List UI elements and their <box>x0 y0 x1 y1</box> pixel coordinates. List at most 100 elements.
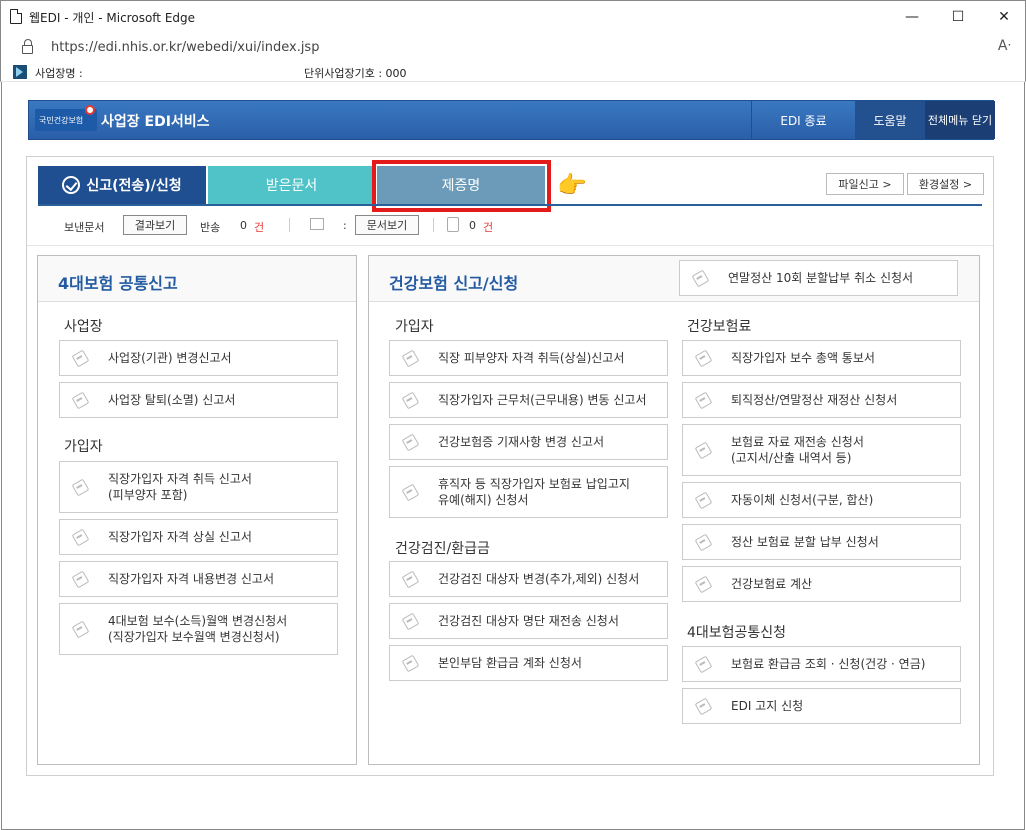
tab-send-label: 신고(전송)/신청 <box>86 178 182 194</box>
menu-item-label: 건강검진 대상자 명단 재전송 신청서 <box>438 614 619 628</box>
menu-item-label: 보험료 환급금 조회 · 신청(건강 · 연금) <box>731 657 926 671</box>
company-name-value <box>99 64 297 78</box>
separator <box>289 218 290 232</box>
document-icon <box>390 562 430 596</box>
menu-item[interactable]: 직장가입자 자격 취득 신고서 (피부양자 포함) <box>59 461 338 513</box>
common-report-panel: 4대보험 공통신고 사업장 사업장(기관) 변경신고서 사업장 탈퇴(소멸) 신… <box>37 255 357 765</box>
settings-button[interactable]: 환경설정 > <box>907 173 984 195</box>
panel-title: 건강보험 신고/신청 <box>389 274 519 293</box>
document-icon <box>683 567 723 601</box>
section-title: 건강검진/환급금 <box>395 541 490 557</box>
tab-underline <box>38 204 982 206</box>
lock-icon[interactable] <box>22 39 33 54</box>
menu-item-label: 직장 피부양자 자격 취득(상실)신고서 <box>438 351 625 365</box>
menu-item[interactable]: 자동이체 신청서(구분, 합산) <box>682 482 961 518</box>
document-icon <box>680 261 720 295</box>
doc-count: 0 <box>469 219 476 232</box>
close-all-menu-button[interactable]: 전체메뉴 닫기 <box>925 101 995 139</box>
menu-item[interactable]: 정산 보험료 분할 납부 신청서 <box>682 524 961 560</box>
tab-send[interactable]: 신고(전송)/신청 <box>38 166 206 204</box>
read-aloud-icon[interactable]: Aᐧ <box>998 38 1011 54</box>
close-button[interactable]: ✕ <box>981 1 1026 33</box>
menu-item[interactable]: 보험료 환급금 조회 · 신청(건강 · 연금) <box>682 646 961 682</box>
menu-item[interactable]: 보험료 자료 재전송 신청서 (고지서/산출 내역서 등) <box>682 424 961 476</box>
document-icon <box>60 520 100 554</box>
document-icon <box>683 383 723 417</box>
menu-item[interactable]: 건강검진 대상자 명단 재전송 신청서 <box>389 603 668 639</box>
menu-item-label: 퇴직정산/연말정산 재정산 신청서 <box>731 393 898 407</box>
url-text[interactable]: https://edi.nhis.or.kr/webedi/xui/index.… <box>51 40 319 55</box>
document-icon <box>60 462 100 512</box>
document-icon <box>683 689 723 723</box>
view-docs-button[interactable]: 문서보기 <box>355 215 419 235</box>
menu-item[interactable]: 사업장 탈퇴(소멸) 신고서 <box>59 382 338 418</box>
panel-title: 4대보험 공통신고 <box>58 274 178 293</box>
edi-end-button[interactable]: EDI 종료 <box>751 101 855 139</box>
document-icon <box>683 647 723 681</box>
menu-item[interactable]: 4대보험 보수(소득)월액 변경신청서 (직장가입자 보수월액 변경신청서) <box>59 603 338 655</box>
document-icon <box>60 383 100 417</box>
menu-item-label: 건강보험증 기재사항 변경 신고서 <box>438 435 605 449</box>
section-title: 사업장 <box>64 319 103 335</box>
menu-item-label: 정산 보험료 분할 납부 신청서 <box>731 535 879 549</box>
document-icon <box>390 467 430 517</box>
menu-item[interactable]: 직장가입자 근무처(근무내용) 변동 신고서 <box>389 382 668 418</box>
status-row: 보낸문서 결과보기 반송 0 건 : 문서보기 0 건 <box>27 207 993 243</box>
menu-item-label: 직장가입자 자격 취득 신고서 (피부양자 포함) <box>108 472 252 502</box>
document-icon <box>60 562 100 596</box>
menu-item-label: 직장가입자 자격 내용변경 신고서 <box>108 572 275 586</box>
main-content: 신고(전송)/신청 받은문서 제증명 👉 파일신고 > 환경설정 > 보낸문서 … <box>26 156 994 776</box>
health-insurance-panel: 건강보험 신고/신청 연말정산 10회 분할납부 취소 신청서 가입자 직장 피… <box>368 255 980 765</box>
check-circle-icon <box>62 176 81 194</box>
section-title: 건강보험료 <box>687 319 752 335</box>
menu-item[interactable]: 건강보험증 기재사항 변경 신고서 <box>389 424 668 460</box>
menu-item[interactable]: EDI 고지 신청 <box>682 688 961 724</box>
envelope-icon <box>310 218 324 230</box>
section-title: 4대보험공통신청 <box>687 625 787 641</box>
menu-item[interactable]: 직장 피부양자 자격 취득(상실)신고서 <box>389 340 668 376</box>
menu-item[interactable]: 퇴직정산/연말정산 재정산 신청서 <box>682 382 961 418</box>
window-titlebar: 웹EDI - 개인 - Microsoft Edge — ☐ ✕ <box>0 0 1026 32</box>
document-icon <box>60 604 100 654</box>
doc-unit: 건 <box>483 221 494 234</box>
address-bar: https://edi.nhis.or.kr/webedi/xui/index.… <box>0 32 1026 62</box>
tab-received[interactable]: 받은문서 <box>208 166 375 204</box>
unit-code-label: 단위사업장기호 : 000 <box>304 67 407 80</box>
menu-item-label: 자동이체 신청서(구분, 합산) <box>731 493 874 507</box>
menu-item-label: 건강검진 대상자 변경(추가,제외) 신청서 <box>438 572 640 586</box>
menu-item-label: 연말정산 10회 분할납부 취소 신청서 <box>728 271 914 285</box>
document-icon <box>390 646 430 680</box>
nhis-logo: 국민건강보험 <box>35 105 97 131</box>
menu-item[interactable]: 연말정산 10회 분할납부 취소 신청서 <box>679 260 958 296</box>
view-results-button[interactable]: 결과보기 <box>123 215 187 235</box>
service-title: 사업장 EDI서비스 <box>101 114 210 130</box>
menu-item[interactable]: 휴직자 등 직장가입자 보험료 납입고지 유예(해지) 신청서 <box>389 466 668 518</box>
service-header: 국민건강보험 사업장 EDI서비스 EDI 종료 도움말 전체메뉴 닫기 <box>28 100 995 140</box>
maximize-button[interactable]: ☐ <box>935 1 981 33</box>
menu-item[interactable]: 본인부담 환급금 계좌 신청서 <box>389 645 668 681</box>
page-icon <box>10 9 22 24</box>
file-report-button[interactable]: 파일신고 > <box>826 173 904 195</box>
menu-item-label: 직장가입자 자격 상실 신고서 <box>108 530 252 544</box>
menu-item[interactable]: 직장가입자 자격 상실 신고서 <box>59 519 338 555</box>
menu-item[interactable]: 건강보험료 계산 <box>682 566 961 602</box>
document-icon <box>390 604 430 638</box>
menu-item-label: 직장가입자 보수 총액 통보서 <box>731 351 875 365</box>
section-title: 가입자 <box>395 319 434 335</box>
window-title: 웹EDI - 개인 - Microsoft Edge <box>29 11 196 25</box>
panel-header: 4대보험 공통신고 <box>38 256 356 302</box>
section-title: 가입자 <box>64 439 103 455</box>
minimize-button[interactable]: — <box>889 1 935 33</box>
help-button[interactable]: 도움말 <box>855 101 925 139</box>
divider <box>27 245 993 246</box>
menu-item[interactable]: 사업장(기관) 변경신고서 <box>59 340 338 376</box>
menu-item[interactable]: 건강검진 대상자 변경(추가,제외) 신청서 <box>389 561 668 597</box>
menu-item-label: 사업장(기관) 변경신고서 <box>108 351 232 365</box>
menu-item[interactable]: 직장가입자 자격 내용변경 신고서 <box>59 561 338 597</box>
company-info-bar: 사업장명 : 단위사업장기호 : 000 <box>0 62 1026 82</box>
document-icon <box>683 425 723 475</box>
menu-item-label: 건강보험료 계산 <box>731 577 813 591</box>
menu-item[interactable]: 직장가입자 보수 총액 통보서 <box>682 340 961 376</box>
returned-label: 반송 <box>200 221 221 234</box>
nhis-logo-text: 국민건강보험 <box>39 116 84 125</box>
